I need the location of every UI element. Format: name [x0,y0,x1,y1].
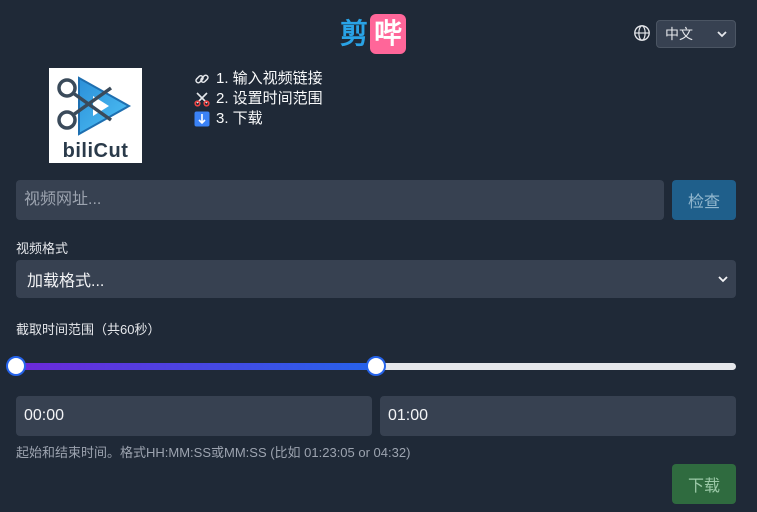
language-selected: 中文 [665,26,693,42]
brand-logo: 剪 哔 [340,14,407,54]
step-item: 2. 设置时间范围 [193,89,323,109]
step-item: 1. 输入视频链接 [193,69,323,89]
scissors-icon [193,91,210,108]
format-selected: 加载格式... [27,273,105,290]
globe-icon [634,25,650,41]
logo-text: biliCut [62,140,129,162]
step-text: 2. 设置时间范围 [216,90,323,107]
range-fill [16,363,376,370]
format-select[interactable]: 加载格式... [16,260,736,298]
start-time-input[interactable] [16,396,372,436]
step-item: 3. 下载 [193,109,323,129]
time-format-hint: 起始和结束时间。格式HH:MM:SS或MM:SS (比如 01:23:05 or… [16,445,411,460]
chevron-down-icon [717,31,727,38]
steps-list: 1. 输入视频链接 2. 设置时间范围 3. 下载 [193,69,323,129]
range-start-handle[interactable] [6,356,26,376]
chevron-down-icon [718,276,728,283]
brand-part2: 哔 [370,14,407,54]
download-arrow-icon [193,111,210,128]
play-scissors-icon [57,76,132,136]
check-button[interactable]: 检查 [672,180,736,220]
app-logo: biliCut [49,68,142,163]
step-text: 3. 下载 [216,110,263,127]
format-label: 视频格式 [16,241,69,256]
url-input[interactable] [16,180,664,220]
range-label: 截取时间范围（共60秒） [16,322,161,337]
download-button[interactable]: 下载 [672,464,736,504]
range-end-handle[interactable] [366,356,386,376]
end-time-input[interactable] [380,396,736,436]
language-select[interactable]: 中文 [656,20,736,48]
brand-part1: 剪 [340,18,369,49]
step-text: 1. 输入视频链接 [216,70,323,87]
link-icon [193,71,210,88]
